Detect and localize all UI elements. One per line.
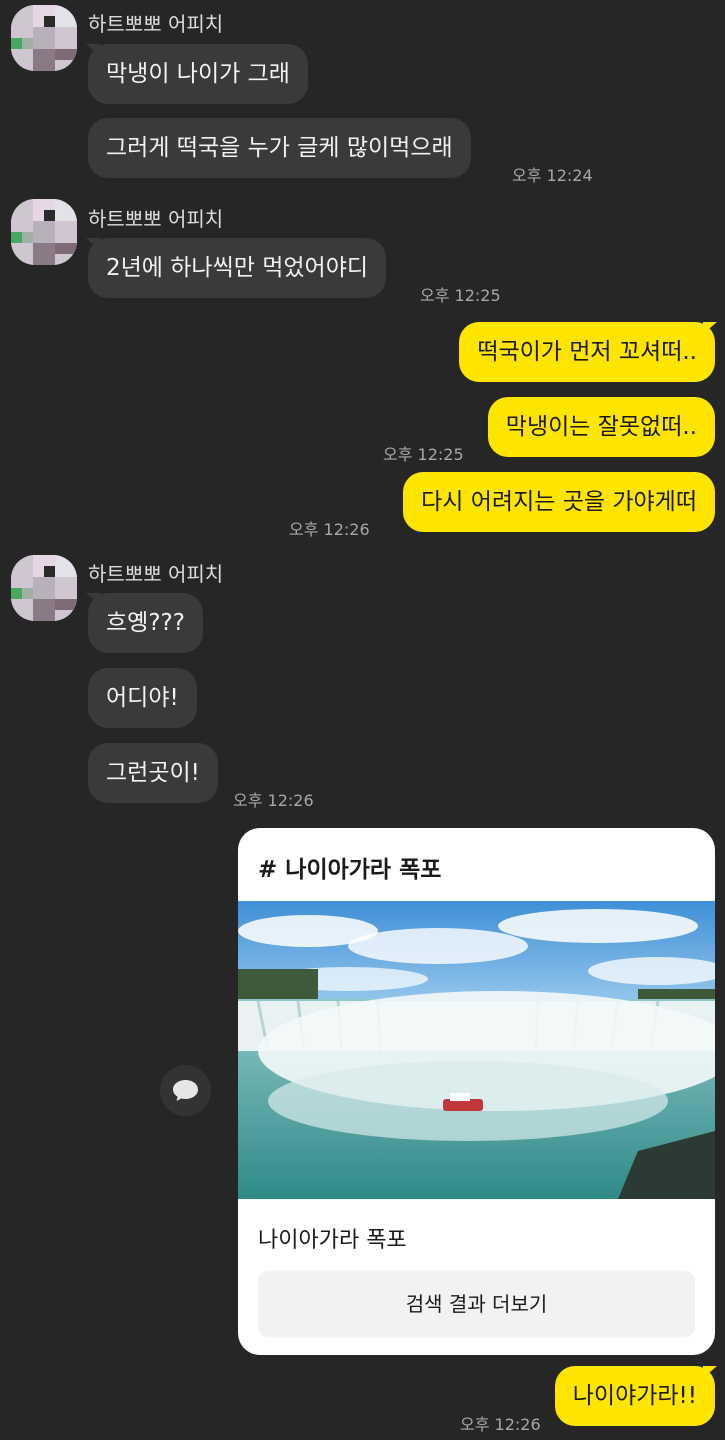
- message-bubble-outgoing[interactable]: 다시 어려지는 곳을 가야게떠: [403, 472, 715, 532]
- sender-name: 하트뽀뽀 어피치: [88, 12, 224, 36]
- card-title: # 나이아가라 폭포: [258, 857, 442, 883]
- waterfall-image[interactable]: [238, 901, 715, 1199]
- message-bubble[interactable]: 어디야!: [88, 668, 197, 728]
- card-caption: 나이아가라 폭포: [258, 1228, 407, 1253]
- message-time: 오후 12:26: [233, 791, 314, 810]
- message-time: 오후 12:25: [383, 445, 464, 464]
- sender-name: 하트뽀뽀 어피치: [88, 562, 224, 586]
- message-bubble-outgoing[interactable]: 나이야가라!!: [554, 1366, 715, 1426]
- message-bubble[interactable]: 그런곳이!: [88, 743, 218, 803]
- message-bubble-outgoing[interactable]: 떡국이가 먼저 꼬셔떠..: [459, 322, 715, 382]
- message-time: 오후 12:24: [512, 166, 593, 185]
- message-bubble-outgoing[interactable]: 막냉이는 잘못없떠..: [487, 397, 715, 457]
- search-result-card[interactable]: # 나이아가라 폭포 나이아가라 폭포 검색 결과 더보기: [238, 828, 715, 1355]
- message-time: 오후 12:25: [420, 286, 501, 305]
- avatar[interactable]: [11, 5, 77, 71]
- speech-bubble-icon: [173, 1080, 198, 1101]
- sender-name: 하트뽀뽀 어피치: [88, 207, 224, 231]
- message-bubble[interactable]: 막냉이 나이가 그래: [88, 44, 308, 104]
- avatar[interactable]: [11, 555, 77, 621]
- message-bubble[interactable]: 2년에 하나씩만 먹었어야디: [88, 238, 387, 298]
- more-results-button[interactable]: 검색 결과 더보기: [258, 1271, 695, 1337]
- avatar[interactable]: [11, 199, 77, 265]
- message-bubble[interactable]: 그러게 떡국을 누가 글케 많이먹으래: [88, 118, 471, 178]
- message-bubble[interactable]: 흐옝???: [88, 593, 203, 653]
- message-time: 오후 12:26: [460, 1415, 541, 1434]
- share-button[interactable]: [160, 1065, 211, 1116]
- message-time: 오후 12:26: [289, 520, 370, 539]
